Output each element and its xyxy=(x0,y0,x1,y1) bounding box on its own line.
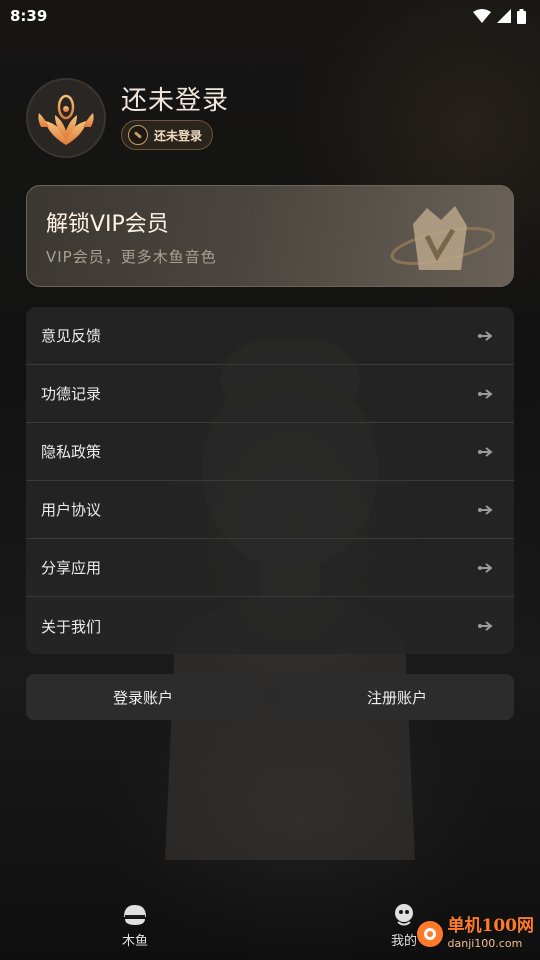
watermark-brand: 单机100网 xyxy=(447,916,535,936)
menu-item-label: 分享应用 xyxy=(41,559,102,577)
avatar[interactable] xyxy=(26,78,106,158)
menu-item-label: 关于我们 xyxy=(41,617,102,636)
woodfish-icon xyxy=(124,905,146,925)
user-name: 还未登录 xyxy=(121,86,230,116)
vip-title: 解锁VIP会员 xyxy=(46,212,169,237)
signal-icon xyxy=(497,9,511,23)
menu-item-label: 用户协议 xyxy=(41,501,102,519)
menu-item-label: 意见反馈 xyxy=(41,327,102,345)
vip-unlock-card[interactable]: 解锁VIP会员 VIP会员，更多木鱼音色 xyxy=(26,185,514,287)
arrow-right-icon xyxy=(478,388,493,399)
arrow-right-icon xyxy=(478,330,493,341)
settings-menu: 意见反馈 功德记录 隐私政策 用户协议 分享应用 关于我们 xyxy=(26,307,514,654)
watermark-domain: danji100.com xyxy=(447,937,523,950)
arrow-right-icon xyxy=(478,504,493,515)
lotus-logo-icon xyxy=(38,94,94,145)
status-icons xyxy=(473,8,526,24)
watermark-logo-icon xyxy=(416,920,443,947)
arrow-right-icon xyxy=(478,562,493,573)
menu-item-merit-record[interactable]: 功德记录 xyxy=(26,365,514,423)
tab-label: 木鱼 xyxy=(121,934,148,949)
menu-item-user-agreement[interactable]: 用户协议 xyxy=(26,481,514,539)
status-bar: 8:39 xyxy=(0,0,540,32)
tab-label: 我的 xyxy=(390,934,417,949)
battery-icon xyxy=(517,8,526,24)
login-status-label: 还未登录 xyxy=(154,128,203,143)
menu-item-feedback[interactable]: 意见反馈 xyxy=(26,307,514,365)
menu-item-about-us[interactable]: 关于我们 xyxy=(26,597,514,655)
arrow-right-icon xyxy=(478,621,493,631)
vip-subtitle: VIP会员，更多木鱼音色 xyxy=(46,248,217,266)
tab-woodfish[interactable]: 木鱼 xyxy=(95,903,175,949)
menu-item-share-app[interactable]: 分享应用 xyxy=(26,539,514,597)
menu-item-privacy-policy[interactable]: 隐私政策 xyxy=(26,423,514,481)
login-status-badge[interactable]: 还未登录 xyxy=(121,120,214,150)
vip-crown-icon xyxy=(390,206,495,270)
arrow-right-icon xyxy=(478,446,493,457)
status-time: 8:39 xyxy=(10,7,48,25)
register-account-button[interactable]: 注册账户 xyxy=(280,674,514,720)
menu-item-label: 功德记录 xyxy=(41,385,102,403)
login-account-button[interactable]: 登录账户 xyxy=(26,674,260,720)
badge-icon xyxy=(128,125,148,145)
wifi-icon xyxy=(473,9,491,23)
watermark: 单机100网 danji100.com xyxy=(416,916,535,950)
profile-icon xyxy=(395,904,413,926)
menu-item-label: 隐私政策 xyxy=(41,443,102,461)
